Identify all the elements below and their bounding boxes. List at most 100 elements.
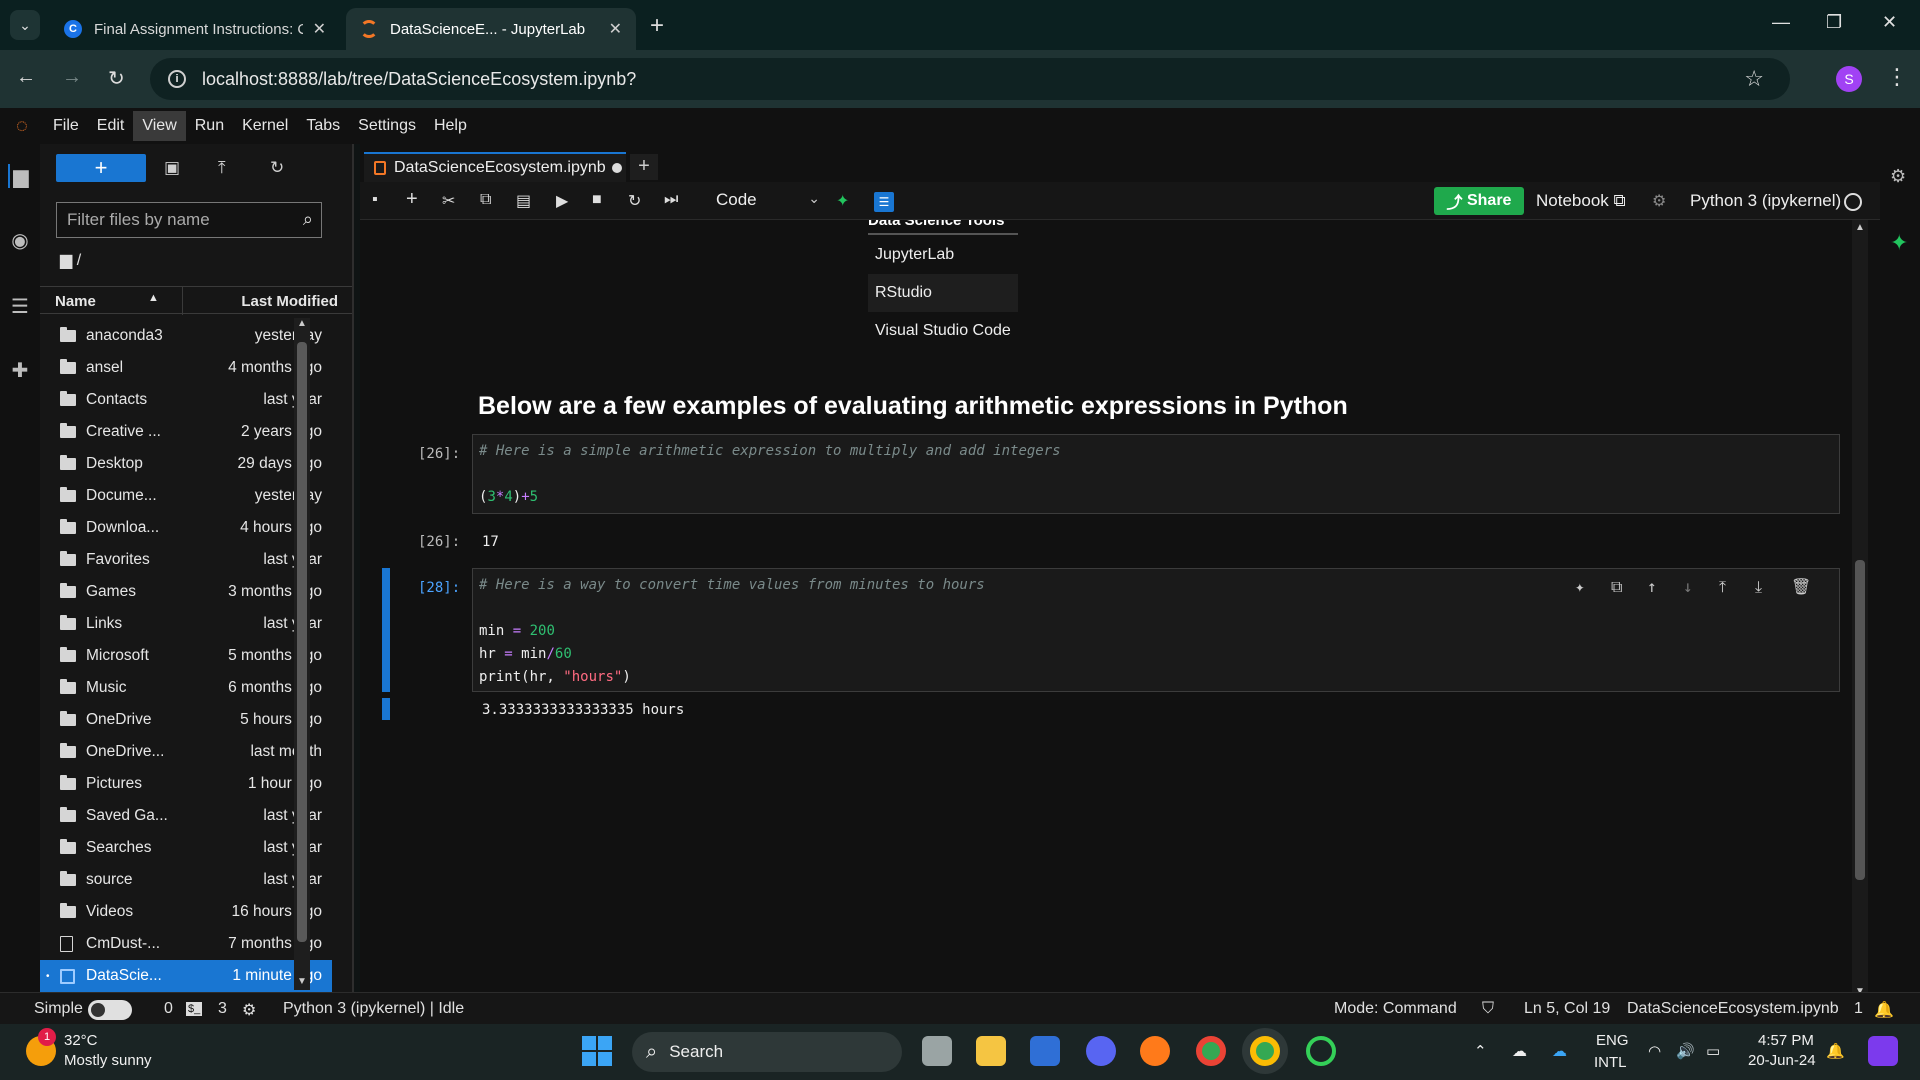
task-view-icon[interactable]: [922, 1036, 952, 1066]
upload-icon[interactable]: ⤒: [218, 158, 226, 178]
browser-menu-icon[interactable]: ⋮: [1886, 64, 1908, 90]
file-list-item[interactable]: Music 6 months ago: [40, 672, 332, 704]
chrome-icon[interactable]: [1196, 1036, 1226, 1066]
insert-cell-plus-icon[interactable]: +: [406, 188, 418, 211]
kernel-gear-icon[interactable]: ⚙: [242, 1000, 256, 1020]
microsoft-store-icon[interactable]: [1030, 1036, 1060, 1066]
wifi-icon[interactable]: ◠: [1648, 1042, 1661, 1060]
delete-trash-icon[interactable]: 🗑: [1791, 577, 1811, 596]
column-modified-header[interactable]: Last Modified: [241, 293, 338, 310]
notification-bell-icon[interactable]: 🔔: [1826, 1042, 1845, 1060]
profile-avatar[interactable]: S: [1836, 66, 1862, 92]
jupyter-app-icon[interactable]: [1306, 1036, 1336, 1066]
site-info-icon[interactable]: i: [168, 70, 186, 88]
breadcrumb[interactable]: ▆ /: [60, 250, 81, 270]
menu-run[interactable]: Run: [186, 111, 233, 141]
temperature[interactable]: 32°C: [64, 1032, 98, 1049]
weather-text[interactable]: Mostly sunny: [64, 1052, 152, 1069]
kernels-count[interactable]: 0: [164, 1000, 173, 1018]
trusted-shield-icon[interactable]: ⛉: [1482, 1000, 1494, 1018]
firefox-icon[interactable]: [1140, 1036, 1170, 1066]
fast-forward-icon[interactable]: ⏭: [664, 191, 678, 209]
restart-icon[interactable]: ↻: [628, 191, 641, 211]
new-tab-plus-icon[interactable]: +: [630, 154, 658, 180]
file-list-item[interactable]: Downloa... 4 hours ago: [40, 512, 332, 544]
duplicate-cell-icon[interactable]: ⧉: [1611, 577, 1622, 597]
code-cell-editor[interactable]: # Here is a simple arithmetic expression…: [472, 434, 1840, 514]
file-list-item[interactable]: Contacts last year: [40, 384, 332, 416]
copilot-icon[interactable]: [1868, 1036, 1898, 1066]
browser-tab-jupyterlab[interactable]: DataScienceE... - JupyterLab ✕: [346, 8, 636, 50]
file-list-item[interactable]: Videos 16 hours ago: [40, 896, 332, 928]
cell-collapser[interactable]: [382, 568, 390, 692]
filter-files-input[interactable]: Filter files by name ⌕: [56, 202, 322, 238]
clock-time[interactable]: 4:57 PM: [1758, 1032, 1814, 1049]
file-list-item[interactable]: Desktop 29 days ago: [40, 448, 332, 480]
insert-below-icon[interactable]: ⤓: [1755, 577, 1762, 597]
terminals-count[interactable]: 3: [218, 1000, 227, 1018]
menu-edit[interactable]: Edit: [88, 111, 134, 141]
onedrive-cloud-icon[interactable]: ☁: [1512, 1042, 1527, 1060]
output-collapser[interactable]: [382, 698, 390, 720]
file-list-item[interactable]: OneDrive... last month: [40, 736, 332, 768]
folder-icon[interactable]: ▆: [8, 164, 32, 188]
file-list-scrollbar[interactable]: ▲ ▼: [294, 318, 310, 990]
new-tab-plus-icon[interactable]: +: [650, 12, 664, 40]
bookmark-star-icon[interactable]: ☆: [1744, 66, 1764, 92]
file-list-item[interactable]: Games 3 months ago: [40, 576, 332, 608]
kernel-name[interactable]: Python 3 (ipykernel): [1690, 191, 1841, 211]
taskbar-search[interactable]: ⌕ Search: [632, 1032, 902, 1072]
menu-settings[interactable]: Settings: [349, 111, 425, 141]
notebook-content[interactable]: Data Science Tools JupyterLab RStudio Vi…: [360, 220, 1846, 1002]
file-list-item[interactable]: Saved Ga... last year: [40, 800, 332, 832]
share-button[interactable]: ⤴ Share: [1434, 187, 1524, 215]
notebook-tab[interactable]: DataScienceEcosystem.ipynb: [364, 152, 626, 182]
volume-icon[interactable]: 🔊: [1676, 1042, 1695, 1060]
notebook-scrollbar[interactable]: ▲▼: [1852, 220, 1868, 1002]
stop-icon[interactable]: ■: [592, 191, 602, 209]
toc-toggle-icon[interactable]: ☰: [874, 192, 894, 212]
file-list-item[interactable]: Pictures 1 hour ago: [40, 768, 332, 800]
copy-icon[interactable]: ⧉: [480, 191, 491, 209]
paste-icon[interactable]: ▤: [516, 191, 531, 211]
ai-assistant-sparkle-icon[interactable]: ✦: [1890, 230, 1908, 256]
forward-arrow-icon[interactable]: →: [62, 66, 82, 89]
sort-ascending-icon[interactable]: ▲: [148, 292, 159, 304]
ai-sparkle-icon[interactable]: ✦: [1575, 577, 1585, 596]
running-kernels-icon[interactable]: ◉: [8, 228, 32, 252]
show-hidden-icons-chevron-icon[interactable]: ⌃: [1474, 1042, 1487, 1060]
battery-icon[interactable]: ▭: [1706, 1042, 1720, 1060]
file-list-item[interactable]: ansel 4 months ago: [40, 352, 332, 384]
menu-view[interactable]: View: [133, 111, 186, 141]
unsaved-dot-icon[interactable]: [611, 163, 622, 173]
file-list-item[interactable]: Docume... yesterday: [40, 480, 332, 512]
reload-icon[interactable]: ↻: [108, 66, 125, 91]
notification-count[interactable]: 1: [1854, 1000, 1863, 1018]
file-list-item[interactable]: Links last year: [40, 608, 332, 640]
file-list-item[interactable]: Microsoft 5 months ago: [40, 640, 332, 672]
insert-above-icon[interactable]: ⤒: [1719, 577, 1726, 597]
file-explorer-icon[interactable]: [976, 1036, 1006, 1066]
cut-scissors-icon[interactable]: ✂: [442, 191, 455, 211]
notification-bell-icon[interactable]: 🔔: [1874, 1000, 1894, 1020]
code-cell-editor[interactable]: # Here is a way to convert time values f…: [472, 568, 1840, 692]
discord-icon[interactable]: [1086, 1036, 1116, 1066]
column-name-header[interactable]: Name: [55, 293, 96, 310]
browser-tab-assignment[interactable]: C Final Assignment Instructions: C ✕: [50, 8, 340, 50]
simple-mode-toggle[interactable]: [88, 1000, 132, 1020]
tab-search-chevron-icon[interactable]: ⌄: [10, 10, 40, 40]
chrome-active-icon[interactable]: [1250, 1036, 1280, 1066]
new-folder-icon[interactable]: ▣: [164, 158, 180, 178]
move-up-arrow-icon[interactable]: ↑: [1647, 577, 1657, 596]
extensions-puzzle-icon[interactable]: ✚: [8, 358, 32, 382]
kernel-status[interactable]: Python 3 (ipykernel) | Idle: [283, 1000, 464, 1018]
mode-indicator[interactable]: Mode: Command: [1334, 1000, 1457, 1018]
file-list-item[interactable]: Favorites last year: [40, 544, 332, 576]
menu-file[interactable]: File: [44, 111, 88, 141]
ai-sparkle-icon[interactable]: ✦: [836, 191, 849, 211]
address-bar[interactable]: i localhost:8888/lab/tree/DataScienceEco…: [150, 58, 1790, 100]
move-down-arrow-icon[interactable]: ↓: [1683, 577, 1693, 596]
kernel-settings-gear-icon[interactable]: ⚙: [1652, 191, 1666, 211]
file-list-item[interactable]: CmDust-... 7 months ago: [40, 928, 332, 960]
close-window-icon[interactable]: ✕: [1882, 12, 1897, 33]
